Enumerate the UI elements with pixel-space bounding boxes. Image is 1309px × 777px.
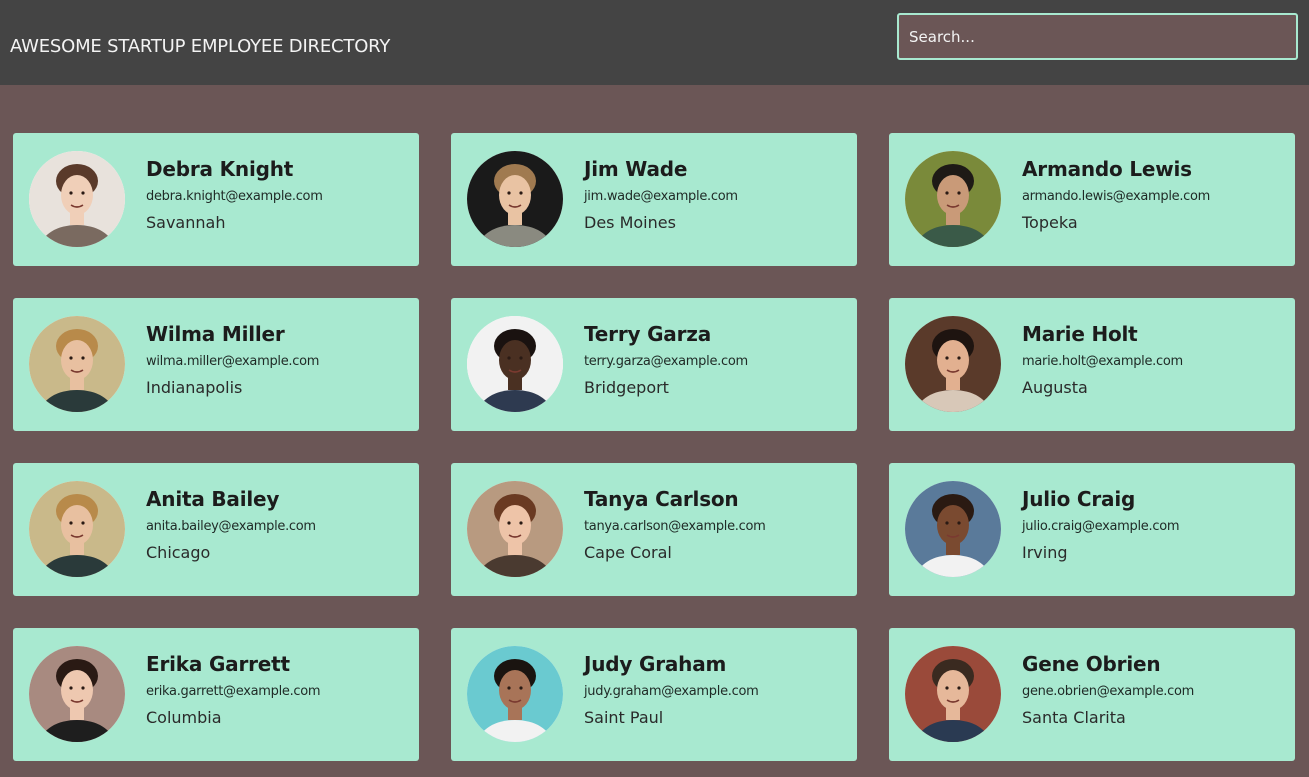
employee-name: Anita Bailey xyxy=(146,487,280,511)
avatar-photo xyxy=(905,481,1001,577)
employee-city: Santa Clarita xyxy=(1022,708,1126,727)
employee-info: Debra Knight debra.knight@example.com Sa… xyxy=(146,157,411,232)
employee-name: Jim Wade xyxy=(584,157,688,181)
avatar-photo xyxy=(467,646,563,742)
employee-info: Armando Lewis armando.lewis@example.com … xyxy=(1022,157,1287,232)
employee-name: Tanya Carlson xyxy=(584,487,739,511)
employee-info: Anita Bailey anita.bailey@example.com Ch… xyxy=(146,487,411,562)
employee-email: gene.obrien@example.com xyxy=(1022,684,1194,699)
avatar-photo xyxy=(467,481,563,577)
employee-email: marie.holt@example.com xyxy=(1022,354,1183,369)
employee-email: erika.garrett@example.com xyxy=(146,684,321,699)
employee-city: Des Moines xyxy=(584,213,676,232)
employee-card[interactable]: Terry Garza terry.garza@example.com Brid… xyxy=(451,298,857,431)
avatar[interactable] xyxy=(467,151,563,247)
employee-email: wilma.miller@example.com xyxy=(146,354,320,369)
avatar[interactable] xyxy=(905,151,1001,247)
employee-email: julio.craig@example.com xyxy=(1022,519,1180,534)
search-input[interactable] xyxy=(897,13,1298,60)
employee-email: jim.wade@example.com xyxy=(584,189,738,204)
employee-name: Julio Craig xyxy=(1022,487,1136,511)
employee-city: Indianapolis xyxy=(146,378,243,397)
employee-name: Gene Obrien xyxy=(1022,652,1161,676)
employee-info: Jim Wade jim.wade@example.com Des Moines xyxy=(584,157,849,232)
employee-city: Chicago xyxy=(146,543,211,562)
employee-name: Terry Garza xyxy=(584,322,711,346)
employee-name: Wilma Miller xyxy=(146,322,285,346)
page-title: AWESOME STARTUP EMPLOYEE DIRECTORY xyxy=(10,36,391,57)
employee-email: judy.graham@example.com xyxy=(584,684,759,699)
employee-card[interactable]: Erika Garrett erika.garrett@example.com … xyxy=(13,628,419,761)
employee-name: Debra Knight xyxy=(146,157,294,181)
app-header: AWESOME STARTUP EMPLOYEE DIRECTORY xyxy=(0,0,1309,85)
employee-city: Saint Paul xyxy=(584,708,664,727)
employee-email: anita.bailey@example.com xyxy=(146,519,316,534)
employee-card[interactable]: Julio Craig julio.craig@example.com Irvi… xyxy=(889,463,1295,596)
avatar[interactable] xyxy=(29,151,125,247)
avatar-photo xyxy=(29,646,125,742)
avatar-photo xyxy=(29,316,125,412)
avatar[interactable] xyxy=(905,481,1001,577)
avatar[interactable] xyxy=(29,316,125,412)
employee-grid: Debra Knight debra.knight@example.com Sa… xyxy=(13,133,1295,761)
employee-info: Wilma Miller wilma.miller@example.com In… xyxy=(146,322,411,397)
employee-email: debra.knight@example.com xyxy=(146,189,323,204)
employee-card[interactable]: Debra Knight debra.knight@example.com Sa… xyxy=(13,133,419,266)
employee-city: Topeka xyxy=(1022,213,1078,232)
employee-card[interactable]: Judy Graham judy.graham@example.com Sain… xyxy=(451,628,857,761)
employee-email: armando.lewis@example.com xyxy=(1022,189,1211,204)
employee-city: Irving xyxy=(1022,543,1068,562)
employee-card[interactable]: Gene Obrien gene.obrien@example.com Sant… xyxy=(889,628,1295,761)
employee-card[interactable]: Jim Wade jim.wade@example.com Des Moines xyxy=(451,133,857,266)
employee-info: Marie Holt marie.holt@example.com August… xyxy=(1022,322,1287,397)
employee-card[interactable]: Armando Lewis armando.lewis@example.com … xyxy=(889,133,1295,266)
avatar-photo xyxy=(29,481,125,577)
avatar[interactable] xyxy=(905,316,1001,412)
employee-city: Bridgeport xyxy=(584,378,669,397)
employee-email: tanya.carlson@example.com xyxy=(584,519,766,534)
employee-card[interactable]: Anita Bailey anita.bailey@example.com Ch… xyxy=(13,463,419,596)
avatar[interactable] xyxy=(467,646,563,742)
employee-city: Cape Coral xyxy=(584,543,672,562)
employee-info: Judy Graham judy.graham@example.com Sain… xyxy=(584,652,849,727)
employee-city: Columbia xyxy=(146,708,222,727)
avatar[interactable] xyxy=(467,316,563,412)
avatar-photo xyxy=(467,316,563,412)
avatar-photo xyxy=(29,151,125,247)
avatar[interactable] xyxy=(905,646,1001,742)
employee-info: Julio Craig julio.craig@example.com Irvi… xyxy=(1022,487,1287,562)
employee-name: Erika Garrett xyxy=(146,652,290,676)
employee-city: Augusta xyxy=(1022,378,1088,397)
avatar[interactable] xyxy=(29,481,125,577)
employee-card[interactable]: Tanya Carlson tanya.carlson@example.com … xyxy=(451,463,857,596)
employee-name: Marie Holt xyxy=(1022,322,1138,346)
employee-city: Savannah xyxy=(146,213,226,232)
avatar[interactable] xyxy=(467,481,563,577)
avatar-photo xyxy=(467,151,563,247)
employee-info: Tanya Carlson tanya.carlson@example.com … xyxy=(584,487,849,562)
employee-name: Armando Lewis xyxy=(1022,157,1192,181)
employee-name: Judy Graham xyxy=(584,652,727,676)
avatar-photo xyxy=(905,646,1001,742)
employee-email: terry.garza@example.com xyxy=(584,354,748,369)
avatar-photo xyxy=(905,151,1001,247)
employee-card[interactable]: Wilma Miller wilma.miller@example.com In… xyxy=(13,298,419,431)
employee-info: Erika Garrett erika.garrett@example.com … xyxy=(146,652,411,727)
employee-card[interactable]: Marie Holt marie.holt@example.com August… xyxy=(889,298,1295,431)
employee-info: Terry Garza terry.garza@example.com Brid… xyxy=(584,322,849,397)
avatar[interactable] xyxy=(29,646,125,742)
employee-info: Gene Obrien gene.obrien@example.com Sant… xyxy=(1022,652,1287,727)
avatar-photo xyxy=(905,316,1001,412)
